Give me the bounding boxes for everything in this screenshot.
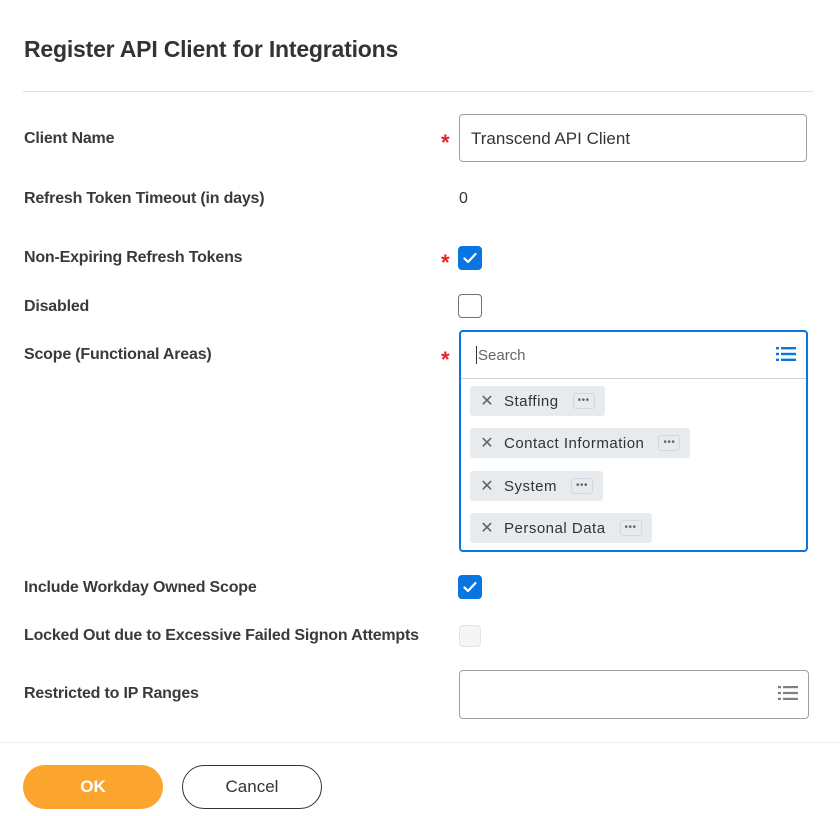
restricted-ip-ranges-label: Restricted to IP Ranges bbox=[24, 685, 199, 702]
scope-pill-label: Staffing bbox=[504, 392, 559, 410]
scope-pill: ✕ Staffing ••• bbox=[470, 386, 605, 416]
client-name-value: Transcend API Client bbox=[471, 129, 631, 148]
scope-multiselect[interactable]: Search ✕ Staffing ••• ✕ Contact Informat… bbox=[459, 330, 808, 552]
locked-out-checkbox bbox=[459, 625, 481, 647]
restricted-ip-ranges-input[interactable] bbox=[459, 670, 809, 719]
non-expiring-refresh-tokens-checkbox[interactable] bbox=[458, 246, 482, 270]
scope-pill-label: Contact Information bbox=[504, 434, 645, 452]
client-name-label: Client Name bbox=[24, 130, 115, 147]
scope-search-placeholder: Search bbox=[478, 347, 526, 364]
more-options-icon[interactable]: ••• bbox=[572, 393, 595, 409]
prompt-list-icon[interactable] bbox=[776, 346, 796, 367]
include-workday-owned-scope-checkbox[interactable] bbox=[458, 575, 482, 599]
more-options-icon[interactable]: ••• bbox=[658, 435, 681, 451]
header-divider bbox=[23, 91, 813, 92]
scope-pill-label: Personal Data bbox=[504, 519, 606, 537]
required-marker: * bbox=[441, 347, 450, 372]
more-options-icon[interactable]: ••• bbox=[571, 478, 594, 494]
remove-icon[interactable]: ✕ bbox=[480, 476, 494, 496]
refresh-token-timeout-value: 0 bbox=[459, 190, 468, 207]
text-cursor bbox=[476, 346, 477, 364]
non-expiring-refresh-tokens-label: Non-Expiring Refresh Tokens bbox=[24, 249, 243, 266]
remove-icon[interactable]: ✕ bbox=[480, 518, 494, 538]
include-workday-owned-scope-label: Include Workday Owned Scope bbox=[24, 579, 257, 596]
refresh-token-timeout-label: Refresh Token Timeout (in days) bbox=[24, 190, 265, 207]
disabled-checkbox[interactable] bbox=[458, 294, 482, 318]
more-options-icon[interactable]: ••• bbox=[619, 520, 642, 536]
scope-pill-label: System bbox=[504, 477, 558, 495]
required-marker: * bbox=[441, 250, 450, 275]
dialog-title: Register API Client for Integrations bbox=[24, 36, 399, 62]
prompt-list-icon[interactable] bbox=[778, 685, 798, 706]
locked-out-label: Locked Out due to Excessive Failed Signo… bbox=[24, 627, 419, 644]
required-marker: * bbox=[441, 130, 450, 155]
scope-pill: ✕ System ••• bbox=[470, 471, 604, 501]
scope-pill: ✕ Contact Information ••• bbox=[470, 428, 691, 458]
footer-divider bbox=[0, 742, 840, 743]
scope-pill: ✕ Personal Data ••• bbox=[470, 513, 652, 543]
scope-label: Scope (Functional Areas) bbox=[24, 346, 212, 363]
checkmark-icon bbox=[463, 581, 477, 593]
disabled-label: Disabled bbox=[24, 298, 90, 315]
client-name-input[interactable]: Transcend API Client bbox=[459, 114, 807, 162]
checkmark-icon bbox=[463, 252, 477, 264]
cancel-button[interactable]: Cancel bbox=[182, 765, 322, 809]
remove-icon[interactable]: ✕ bbox=[480, 433, 494, 453]
ok-button[interactable]: OK bbox=[23, 765, 163, 809]
scope-search-input[interactable]: Search bbox=[461, 332, 806, 379]
remove-icon[interactable]: ✕ bbox=[480, 391, 494, 411]
